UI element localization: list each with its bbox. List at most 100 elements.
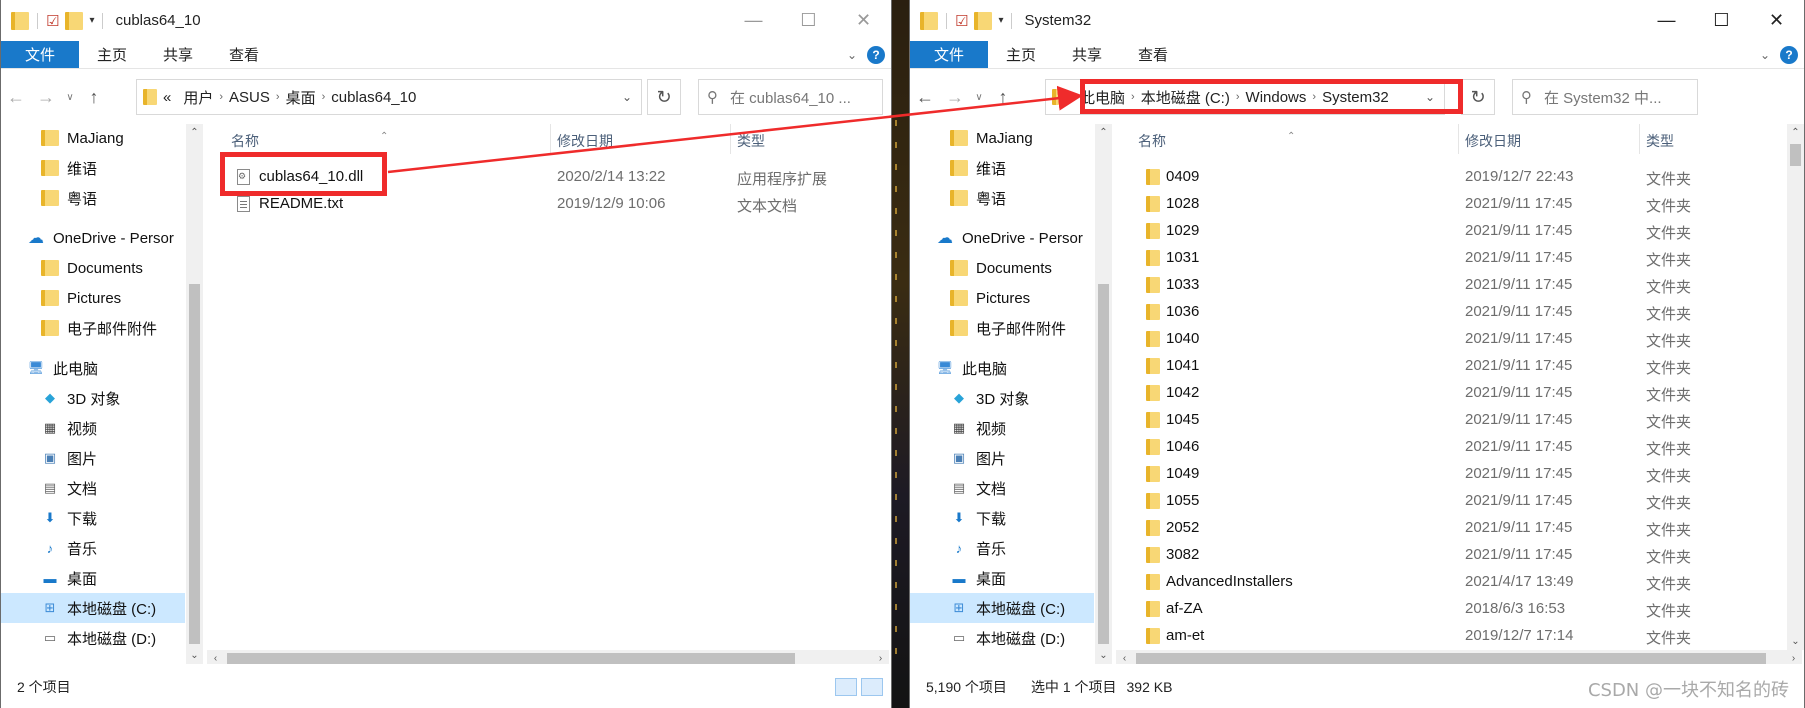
nav-item[interactable]: 维语 — [41, 155, 97, 181]
folder-row[interactable]: 1041 2021/9/11 17:45 文件夹 — [1114, 353, 1786, 380]
scroll-up-icon[interactable]: ⌃ — [1095, 124, 1112, 141]
list-scrollbar[interactable]: ⌃ ⌄ — [1787, 124, 1804, 650]
nav-item-drive-c[interactable]: ⊞ 本地磁盘 (C:) — [1, 593, 185, 623]
scroll-thumb[interactable] — [189, 284, 200, 644]
close-button[interactable]: ✕ — [1749, 0, 1804, 41]
nav-item[interactable]: ▬ 桌面 — [950, 565, 1007, 591]
folder-row[interactable]: 1029 2021/9/11 17:45 文件夹 — [1114, 218, 1786, 245]
column-name[interactable]: 名称 — [231, 131, 259, 151]
file-row[interactable]: README.txt 2019/12/9 10:06 文本文档 — [205, 191, 891, 218]
folder-row[interactable]: AdvancedInstallers 2021/4/17 13:49 文件夹 — [1114, 569, 1786, 596]
details-view-icon[interactable] — [835, 678, 857, 696]
nav-item[interactable]: 粤语 — [41, 185, 97, 211]
help-icon[interactable]: ? — [1780, 45, 1798, 64]
folder-row[interactable]: 1036 2021/9/11 17:45 文件夹 — [1114, 299, 1786, 326]
chevron-right-icon[interactable]: › — [1236, 91, 1240, 103]
column-date[interactable]: 修改日期 — [1465, 131, 1521, 151]
scroll-right-icon[interactable]: › — [1785, 650, 1802, 664]
nav-item[interactable]: 维语 — [950, 155, 1006, 181]
scroll-down-icon[interactable]: ⌄ — [186, 647, 203, 664]
nav-item[interactable]: ▤ 文档 — [950, 475, 1006, 501]
scroll-left-icon[interactable]: ‹ — [207, 650, 224, 664]
close-button[interactable]: ✕ — [836, 0, 891, 41]
nav-item[interactable]: ♪ 音乐 — [950, 535, 1006, 561]
horizontal-scrollbar[interactable]: ‹ › — [207, 650, 889, 664]
breadcrumb-item[interactable]: 本地磁盘 (C:) — [1141, 87, 1230, 108]
breadcrumb-item[interactable]: 桌面 — [286, 87, 316, 108]
large-icons-view-icon[interactable] — [861, 678, 883, 696]
folder-row[interactable]: 1045 2021/9/11 17:45 文件夹 — [1114, 407, 1786, 434]
tab-file[interactable]: 文件 — [910, 41, 989, 68]
expand-ribbon-icon[interactable]: ⌄ — [847, 48, 857, 62]
back-button[interactable]: ← — [910, 87, 940, 108]
nav-item-drive-d[interactable]: ▭ 本地磁盘 (D:) — [950, 625, 1065, 651]
folder-row[interactable]: 0409 2019/12/7 22:43 文件夹 — [1114, 164, 1786, 191]
nav-item-drive-c[interactable]: ⊞ 本地磁盘 (C:) — [910, 593, 1094, 623]
search-box[interactable]: ⚲ 在 System32 中... — [1512, 79, 1698, 115]
folder-row[interactable]: am-et 2019/12/7 17:14 文件夹 — [1114, 623, 1786, 650]
refresh-button[interactable]: ↻ — [1461, 79, 1495, 115]
nav-item-onedrive[interactable]: ☁ OneDrive - Persor — [27, 225, 174, 251]
nav-scrollbar[interactable]: ⌃ ⌄ — [186, 124, 203, 664]
tab-home[interactable]: 主页 — [988, 41, 1054, 68]
address-dropdown-icon[interactable]: ⌄ — [1416, 80, 1444, 114]
scroll-down-icon[interactable]: ⌄ — [1787, 633, 1804, 650]
folder-row[interactable]: 1049 2021/9/11 17:45 文件夹 — [1114, 461, 1786, 488]
refresh-button[interactable]: ↻ — [647, 79, 681, 115]
customize-dropdown-icon[interactable]: ▾ — [998, 15, 1003, 26]
scroll-left-icon[interactable]: ‹ — [1116, 650, 1133, 664]
up-button[interactable]: ↑ — [988, 87, 1018, 108]
nav-item[interactable]: 电子邮件附件 — [950, 315, 1066, 341]
minimize-button[interactable]: — — [726, 0, 781, 41]
nav-item[interactable]: ▬ 桌面 — [41, 565, 98, 591]
tab-share[interactable]: 共享 — [145, 41, 211, 68]
tab-home[interactable]: 主页 — [79, 41, 145, 68]
nav-item[interactable]: 电子邮件附件 — [41, 315, 157, 341]
nav-item[interactable]: ▣ 图片 — [950, 445, 1006, 471]
folder-row[interactable]: 1042 2021/9/11 17:45 文件夹 — [1114, 380, 1786, 407]
new-folder-icon[interactable] — [65, 11, 84, 30]
breadcrumb-item[interactable]: cublas64_10 — [331, 89, 416, 106]
nav-item[interactable]: ▦ 视频 — [41, 415, 97, 441]
nav-item-onedrive[interactable]: ☁ OneDrive - Persor — [936, 225, 1083, 251]
maximize-button[interactable]: ☐ — [1694, 0, 1749, 41]
folder-row[interactable]: 1031 2021/9/11 17:45 文件夹 — [1114, 245, 1786, 272]
customize-dropdown-icon[interactable]: ▾ — [89, 15, 94, 26]
scroll-up-icon[interactable]: ⌃ — [186, 124, 203, 141]
horizontal-scrollbar[interactable]: ‹ › — [1116, 650, 1802, 664]
folder-row[interactable]: 3082 2021/9/11 17:45 文件夹 — [1114, 542, 1786, 569]
address-dropdown-icon[interactable]: ⌄ — [613, 80, 641, 114]
scroll-down-icon[interactable]: ⌄ — [1095, 647, 1112, 664]
nav-item-this-pc[interactable]: 🖥 此电脑 — [27, 355, 98, 381]
breadcrumb-overflow[interactable]: « — [163, 89, 171, 106]
nav-scrollbar[interactable]: ⌃ ⌄ — [1095, 124, 1112, 664]
scroll-thumb[interactable] — [1790, 144, 1801, 166]
folder-row[interactable]: 2052 2021/9/11 17:45 文件夹 — [1114, 515, 1786, 542]
column-name[interactable]: 名称 — [1138, 131, 1166, 151]
maximize-button[interactable]: ☐ — [781, 0, 836, 41]
nav-item[interactable]: MaJiang — [41, 125, 124, 151]
new-folder-icon[interactable] — [974, 11, 993, 30]
nav-item[interactable]: ◆ 3D 对象 — [950, 385, 1029, 411]
tab-file[interactable]: 文件 — [1, 41, 80, 68]
nav-item[interactable]: Pictures — [950, 285, 1030, 311]
folder-row[interactable]: 1033 2021/9/11 17:45 文件夹 — [1114, 272, 1786, 299]
nav-item[interactable]: Documents — [950, 255, 1052, 281]
nav-item[interactable]: Pictures — [41, 285, 121, 311]
nav-item[interactable]: ♪ 音乐 — [41, 535, 97, 561]
expand-ribbon-icon[interactable]: ⌄ — [1760, 48, 1770, 62]
column-type[interactable]: 类型 — [1646, 131, 1674, 151]
tab-share[interactable]: 共享 — [1054, 41, 1120, 68]
nav-item[interactable]: ⬇ 下载 — [950, 505, 1006, 531]
forward-button[interactable]: → — [31, 87, 61, 108]
breadcrumb-item[interactable]: 用户 — [183, 87, 213, 108]
forward-button[interactable]: → — [940, 87, 970, 108]
column-date[interactable]: 修改日期 — [557, 131, 613, 151]
breadcrumb-item[interactable]: 此电脑 — [1080, 87, 1125, 108]
search-box[interactable]: ⚲ 在 cublas64_10 ... — [698, 79, 883, 115]
nav-item[interactable]: ▦ 视频 — [950, 415, 1006, 441]
scroll-thumb[interactable] — [1136, 653, 1766, 664]
tab-view[interactable]: 查看 — [211, 41, 277, 68]
chevron-right-icon[interactable]: › — [1312, 91, 1316, 103]
breadcrumb-item[interactable]: Windows — [1246, 89, 1307, 106]
